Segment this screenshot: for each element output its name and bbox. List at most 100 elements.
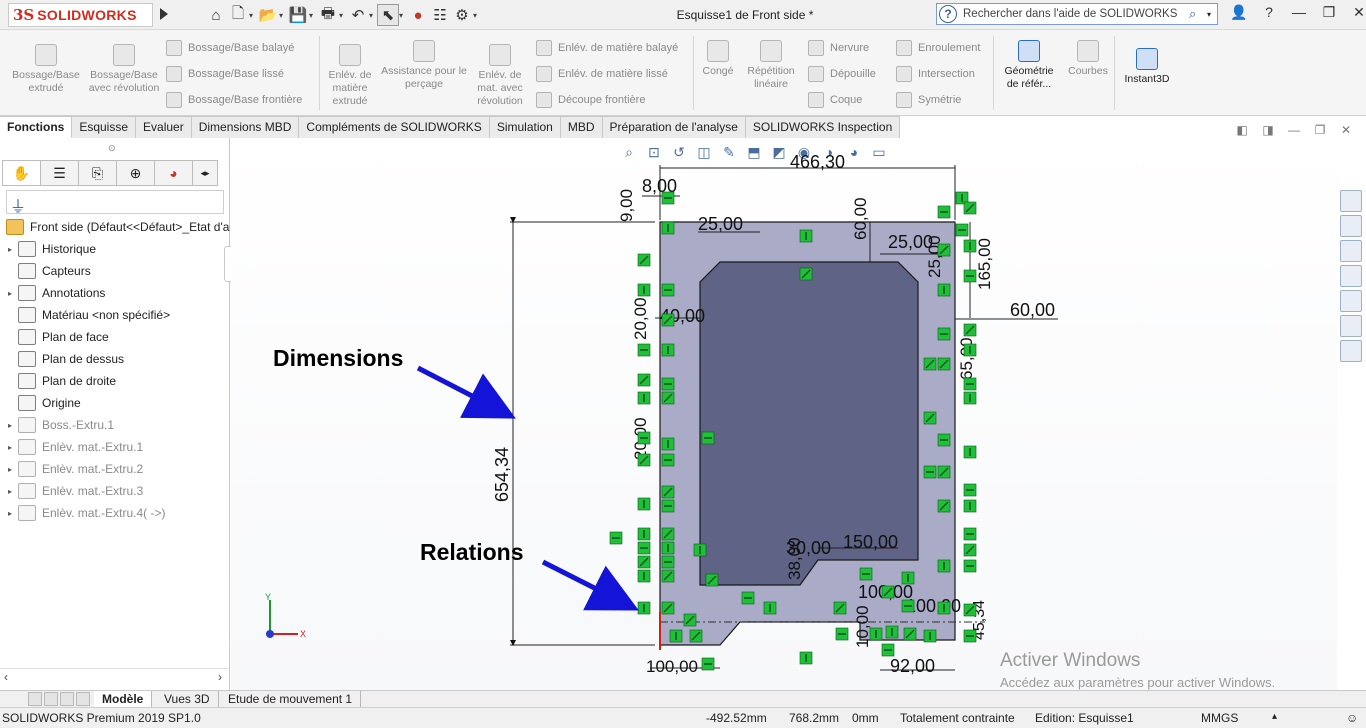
collapse-left-icon[interactable]: ◧	[1232, 123, 1252, 137]
expand-arrow-icon[interactable]: ▸	[8, 443, 18, 452]
tree-item[interactable]: Capteurs	[0, 260, 230, 282]
apply-scene-icon[interactable]: ◕	[843, 141, 865, 163]
help-icon[interactable]: ?	[1256, 4, 1282, 21]
chevron-up-icon[interactable]: ▴	[1272, 711, 1277, 722]
scroll-left-icon[interactable]: ‹	[4, 670, 8, 684]
expand-arrow-icon[interactable]: ▸	[8, 487, 18, 496]
tree-item[interactable]: Plan de face	[0, 326, 230, 348]
display-manager-tab-icon[interactable]: ◕	[154, 160, 192, 186]
user-icon[interactable]: 👤	[1226, 4, 1252, 21]
chevron-down-icon[interactable]: ▾	[249, 11, 257, 20]
chevron-down-icon[interactable]: ▾	[309, 11, 317, 20]
nervure-button[interactable]: Nervure	[808, 38, 869, 58]
search-input[interactable]: Rechercher dans l'aide de SOLIDWORKS	[957, 8, 1189, 20]
conge-button[interactable]: Congé	[698, 40, 738, 78]
tab-vues-3d[interactable]: Vues 3D	[156, 691, 219, 708]
panel-grip-icon[interactable]: ⊙	[108, 143, 116, 154]
appearances-icon[interactable]	[1340, 290, 1362, 312]
zoom-to-fit-icon[interactable]: ⌕	[618, 141, 640, 163]
next-tab-icon[interactable]	[60, 692, 74, 706]
tab-evaluer[interactable]: Evaluer	[136, 116, 192, 138]
viewport-close-icon[interactable]: ✕	[1336, 123, 1356, 137]
status-units[interactable]: MMGS	[1201, 711, 1238, 725]
tab-esquisse[interactable]: Esquisse	[72, 116, 137, 138]
view-palette-icon[interactable]	[1340, 265, 1362, 287]
zoom-area-icon[interactable]: ⊡	[643, 141, 665, 163]
bossage-extrude-button[interactable]: Bossage/Base extrudé	[8, 44, 84, 95]
expand-arrow-icon[interactable]: ▸	[8, 509, 18, 518]
repetition-lineaire-button[interactable]: Répétition linéaire	[742, 40, 800, 91]
panel-horizontal-scrollbar[interactable]: ‹ ›	[0, 668, 228, 684]
home-icon[interactable]: ⌂	[205, 4, 227, 26]
tree-item[interactable]: Matériau <non spécifié>	[0, 304, 230, 326]
expand-arrow-icon[interactable]: ▸	[8, 245, 18, 254]
solidworks-resources-icon[interactable]	[1340, 190, 1362, 212]
intersection-button[interactable]: Intersection	[896, 64, 975, 84]
bossage-lisse-button[interactable]: Bossage/Base lissé	[166, 64, 284, 84]
configuration-manager-tab-icon[interactable]: ⎘	[78, 160, 116, 186]
chevron-down-icon[interactable]: ▾	[279, 11, 287, 20]
tree-root-part[interactable]: Front side (Défaut<<Défaut>_Etat d'a	[0, 216, 230, 238]
expand-arrow-icon[interactable]: ▸	[8, 289, 18, 298]
tree-item[interactable]: ▸ Enlèv. mat.-Extru.4( ->)	[0, 502, 230, 524]
panel-tabs-scroll-icon[interactable]: ◂▸	[192, 160, 218, 186]
coque-button[interactable]: Coque	[808, 90, 862, 110]
tab-dimensions-mbd[interactable]: Dimensions MBD	[191, 116, 300, 138]
design-library-icon[interactable]	[1340, 215, 1362, 237]
menu-expand-icon[interactable]	[160, 8, 168, 20]
tree-item[interactable]: Plan de dessus	[0, 348, 230, 370]
tree-item[interactable]: ▸ Enlèv. mat.-Extru.3	[0, 480, 230, 502]
edit-appearance-icon[interactable]: ◑	[818, 141, 840, 163]
prev-tab-icon[interactable]	[44, 692, 58, 706]
rebuild-traffic-light-icon[interactable]: ●	[407, 4, 429, 26]
feature-manager-tab-icon[interactable]: ✋	[2, 160, 40, 186]
tree-filter[interactable]: ⏚	[6, 190, 224, 216]
enroulement-button[interactable]: Enroulement	[896, 38, 980, 58]
chevron-down-icon[interactable]: ▾	[369, 11, 377, 20]
enlev-revolution-button[interactable]: Enlév. de mat. avec révolution	[470, 44, 530, 108]
tree-item[interactable]: Plan de droite	[0, 370, 230, 392]
open-folder-icon[interactable]: 📂	[257, 4, 279, 26]
property-manager-tab-icon[interactable]: ☰	[40, 160, 78, 186]
view-settings-icon[interactable]: ▭	[868, 141, 890, 163]
section-view-icon[interactable]: ◫	[693, 141, 715, 163]
undo-icon[interactable]: ↶	[347, 4, 369, 26]
viewport-minimize-icon[interactable]: —	[1284, 123, 1304, 137]
search-icon[interactable]: ⌕	[1189, 6, 1207, 22]
tree-item[interactable]: ▸ Enlèv. mat.-Extru.2	[0, 458, 230, 480]
view-orientation-icon[interactable]: ⬒	[743, 141, 765, 163]
enlev-extrude-button[interactable]: Enlév. de matière extrudé	[324, 44, 376, 108]
bossage-balaye-button[interactable]: Bossage/Base balayé	[166, 38, 294, 58]
previous-view-icon[interactable]: ↺	[668, 141, 690, 163]
tab-fonctions[interactable]: Fonctions	[0, 116, 73, 138]
dimxpert-tab-icon[interactable]: ⊕	[116, 160, 154, 186]
expand-arrow-icon[interactable]: ▸	[8, 421, 18, 430]
chevron-down-icon[interactable]: ▾	[473, 11, 481, 20]
scroll-right-icon[interactable]: ›	[218, 670, 222, 684]
tree-item[interactable]: ▸ Annotations	[0, 282, 230, 304]
chevron-down-icon[interactable]: ▾	[399, 11, 407, 20]
minimize-icon[interactable]: —	[1286, 4, 1312, 21]
tree-item[interactable]: ▸ Historique	[0, 238, 230, 260]
symetrie-button[interactable]: Symétrie	[896, 90, 961, 110]
instant3d-button[interactable]: Instant3D	[1118, 48, 1176, 86]
tab-solidworks-inspection[interactable]: SOLIDWORKS Inspection	[745, 116, 901, 138]
user-status-icon[interactable]: ☺	[1346, 711, 1358, 725]
expand-arrow-icon[interactable]: ▸	[8, 465, 18, 474]
tab-mbd[interactable]: MBD	[560, 116, 603, 138]
tab-modele[interactable]: Modèle	[94, 691, 153, 708]
custom-properties-icon[interactable]	[1340, 315, 1362, 337]
tree-item[interactable]: Origine	[0, 392, 230, 414]
solidworks-logo[interactable]: 3S SOLIDWORKS	[8, 3, 153, 27]
tree-item[interactable]: ▸ Enlèv. mat.-Extru.1	[0, 436, 230, 458]
file-explorer-icon[interactable]	[1340, 240, 1362, 262]
viewport-restore-icon[interactable]: ❐	[1310, 123, 1330, 137]
save-icon[interactable]: 💾	[287, 4, 309, 26]
enlev-lisse-button[interactable]: Enlév. de matière lissé	[536, 64, 668, 84]
first-tab-icon[interactable]	[28, 692, 42, 706]
assistance-percage-button[interactable]: Assistance pour le perçage	[380, 40, 468, 91]
options-gear-icon[interactable]: ⚙	[451, 4, 473, 26]
hide-show-items-icon[interactable]: ◉	[793, 141, 815, 163]
select-cursor-icon[interactable]: ⬉	[377, 4, 399, 26]
bossage-revolution-button[interactable]: Bossage/Base avec révolution	[88, 44, 160, 95]
